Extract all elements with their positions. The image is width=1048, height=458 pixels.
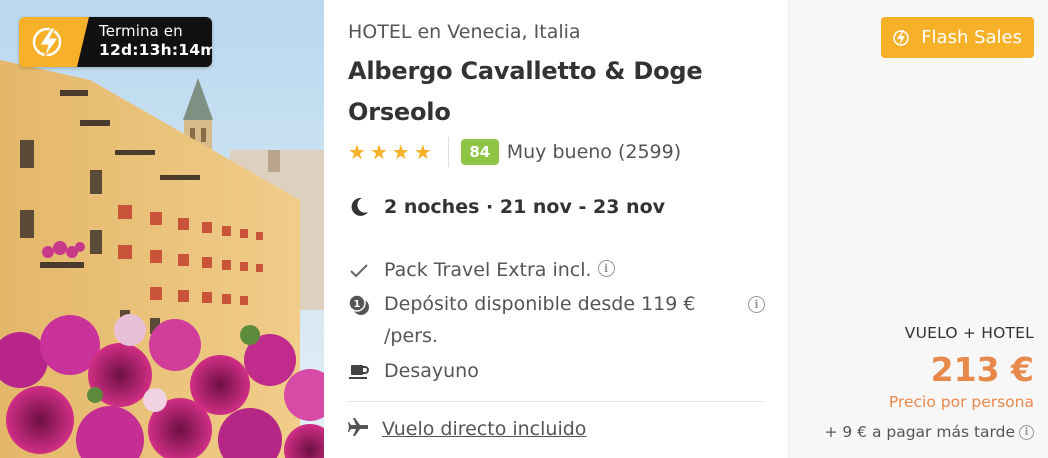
price-per-person: Precio por persona xyxy=(888,393,1034,411)
hotel-name[interactable]: Albergo Cavalletto & Doge Orseolo xyxy=(348,51,768,133)
feature-breakfast-text: Desayuno xyxy=(384,360,479,382)
info-icon[interactable]: i xyxy=(597,260,615,277)
flash-badge-box xyxy=(19,17,89,67)
lightning-icon xyxy=(32,27,62,59)
hotel-image xyxy=(0,0,324,458)
pay-later-text: + 9 € a pagar más tarde xyxy=(824,423,1015,441)
deposit-coin-icon: 1 xyxy=(348,294,370,316)
info-icon[interactable]: i xyxy=(748,296,765,313)
review-score-text[interactable]: Muy bueno (2599) xyxy=(507,141,681,163)
flight-info: Vuelo directo incluido xyxy=(348,417,586,441)
flash-sales-label: Flash Sales xyxy=(921,27,1022,48)
hotel-photo[interactable]: Termina en 12d:13h:14m xyxy=(0,0,324,458)
direct-flight-link[interactable]: Vuelo directo incluido xyxy=(382,418,586,440)
stay-dates-text: 2 noches · 21 nov - 23 nov xyxy=(384,196,666,218)
package-type: VUELO + HOTEL xyxy=(904,324,1034,342)
countdown-label: Termina en xyxy=(99,22,183,40)
feature-pack-label: Pack Travel Extra incl. xyxy=(384,259,592,281)
moon-icon xyxy=(351,197,368,216)
svg-text:1: 1 xyxy=(354,299,361,310)
review-score-badge: 84 xyxy=(460,139,499,165)
flash-sales-badge[interactable]: Flash Sales xyxy=(881,17,1034,58)
hotel-type-location: HOTEL en Venecia, Italia xyxy=(348,21,581,43)
lightning-icon xyxy=(893,29,909,46)
star-icon: ★ xyxy=(413,140,432,164)
star-icon: ★ xyxy=(348,140,366,164)
star-icon: ★ xyxy=(369,140,388,164)
feature-breakfast: Desayuno xyxy=(348,359,479,387)
star-icon: ★ xyxy=(391,140,410,164)
info-icon[interactable]: i xyxy=(1019,424,1034,440)
hotel-info: HOTEL en Venecia, Italia Albergo Cavalle… xyxy=(348,0,773,458)
feature-pack: Pack Travel Extra incl. i xyxy=(348,258,615,286)
coffee-cup-icon xyxy=(348,361,370,383)
rating-divider xyxy=(447,137,449,167)
offer-card[interactable]: Termina en 12d:13h:14m HOTEL en Venecia,… xyxy=(0,0,1048,458)
feature-deposit: 1 Depósito disponible desde 119 € /pers.… xyxy=(348,292,768,352)
rating-row: ★ ★ ★ ★ 84 Muy bueno (2599) xyxy=(348,137,681,167)
countdown-timer: Termina en 12d:13h:14m xyxy=(77,17,212,67)
star-rating: ★ ★ ★ ★ xyxy=(348,140,432,164)
feature-deposit-text: Depósito disponible desde 119 € /pers. xyxy=(384,293,696,347)
countdown-value: 12d:13h:14m xyxy=(99,41,212,59)
price-panel: Flash Sales VUELO + HOTEL 213 € Precio p… xyxy=(788,0,1048,458)
airplane-icon xyxy=(348,417,369,441)
countdown-badge: Termina en 12d:13h:14m xyxy=(19,17,212,67)
feature-pack-text: Pack Travel Extra incl. i xyxy=(384,254,615,286)
pay-later-note: + 9 € a pagar más tarde i xyxy=(824,423,1034,441)
section-divider xyxy=(348,401,763,402)
checkmark-icon xyxy=(348,260,370,282)
price-value: 213 € xyxy=(930,350,1034,389)
stay-dates: 2 noches · 21 nov - 23 nov xyxy=(348,196,665,218)
